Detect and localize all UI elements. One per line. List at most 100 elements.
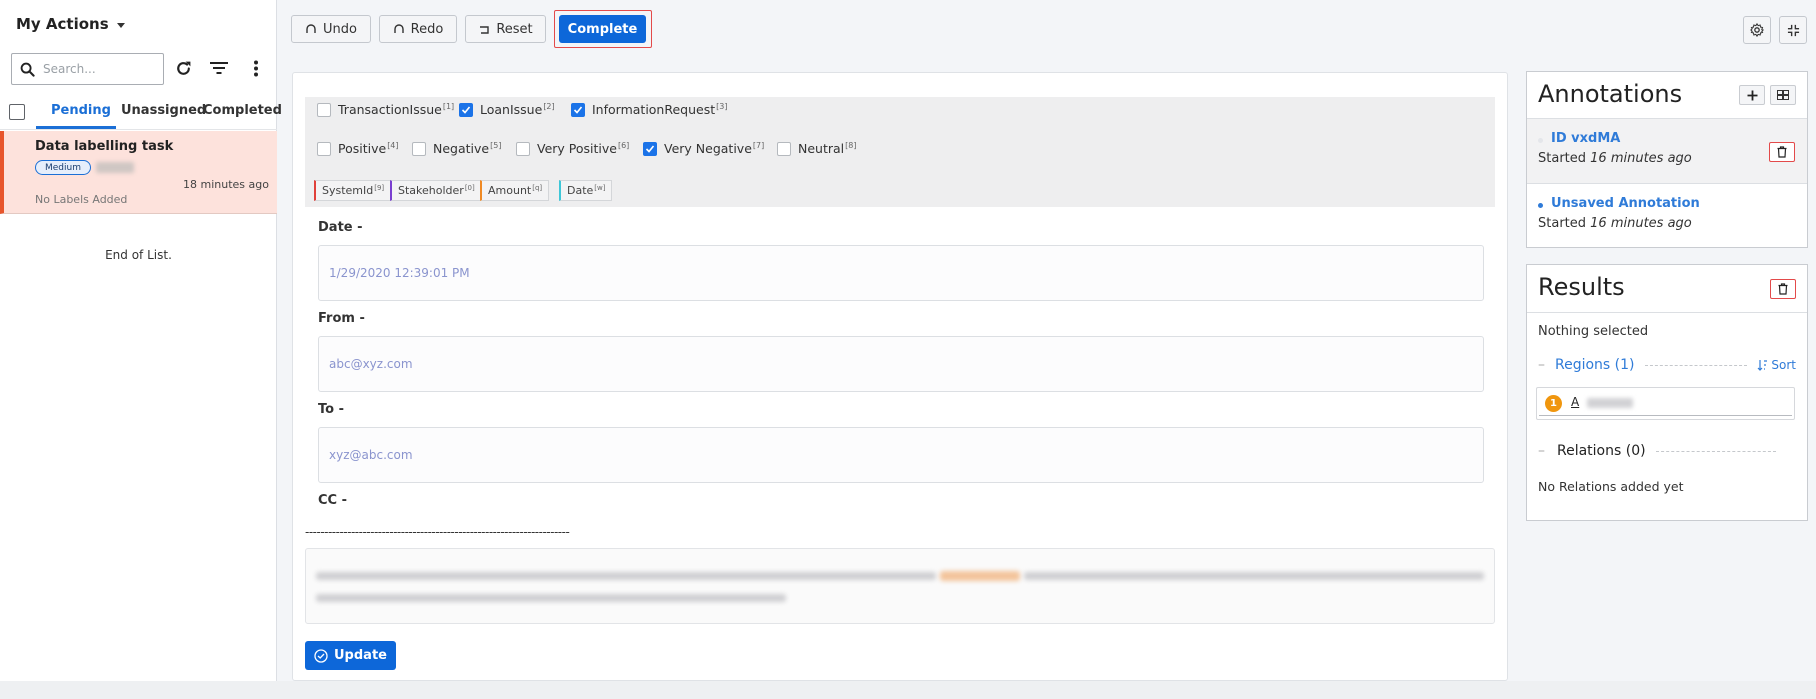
annotation-item[interactable]: ID vxdMA Started 16 minutes ago — [1527, 118, 1807, 184]
started-time: 16 minutes ago — [1590, 216, 1692, 231]
date-value: 1/29/2020 12:39:01 PM — [329, 266, 470, 280]
more-vertical-icon[interactable] — [245, 57, 267, 79]
tab-completed[interactable]: Completed — [203, 103, 282, 118]
tag-system-id[interactable]: SystemId [9] — [314, 180, 392, 201]
label-text: LoanIssue — [480, 102, 543, 117]
label-bar: TransactionIssue [1] LoanIssue [2] Informa… — [305, 97, 1495, 207]
select-all-checkbox[interactable] — [9, 104, 25, 120]
trash-icon — [1778, 283, 1788, 295]
checkbox[interactable] — [777, 141, 791, 156]
checkbox[interactable] — [516, 141, 530, 156]
reset-label: Reset — [496, 21, 533, 37]
from-field[interactable]: abc@xyz.com — [318, 336, 1484, 392]
refresh-icon[interactable] — [172, 57, 194, 79]
label-transaction-issue[interactable]: TransactionIssue [1] — [317, 102, 454, 117]
hotkey: [2] — [543, 102, 555, 111]
reset-icon — [480, 26, 490, 34]
label-very-negative[interactable]: Very Negative [7] — [643, 141, 764, 156]
filter-icon[interactable] — [208, 57, 230, 79]
annotations-title: Annotations — [1538, 80, 1683, 108]
label-positive[interactable]: Positive [4] — [317, 141, 399, 156]
tag-text: Amount — [488, 184, 532, 197]
tab-pending[interactable]: Pending — [51, 103, 111, 118]
relations-header[interactable]: – Relations (0) — [1538, 443, 1796, 459]
search-input[interactable] — [43, 62, 153, 76]
separator-line: ----------------------------------------… — [305, 525, 570, 539]
divider — [1527, 312, 1807, 313]
chevron-down-icon — [116, 22, 125, 28]
label-information-request[interactable]: InformationRequest [3] — [571, 102, 727, 117]
label-negative[interactable]: Negative [5] — [412, 141, 501, 156]
labeling-card: TransactionIssue [1] LoanIssue [2] Informa… — [292, 72, 1508, 681]
task-tabs: Pending Unassigned Completed — [0, 98, 282, 130]
checkbox-checked[interactable] — [571, 102, 585, 117]
date-label: Date - — [318, 220, 363, 235]
tab-unassigned[interactable]: Unassigned — [121, 103, 206, 118]
label-very-positive[interactable]: Very Positive [6] — [516, 141, 629, 156]
tag-stakeholder[interactable]: Stakeholder [0] — [390, 180, 482, 201]
tag-date[interactable]: Date [w] — [559, 180, 613, 201]
reset-button[interactable]: Reset — [465, 15, 546, 43]
redacted-text — [316, 594, 786, 602]
sort-button[interactable]: Sort — [1757, 358, 1796, 372]
label-neutral[interactable]: Neutral [8] — [777, 141, 856, 156]
my-actions-title: My Actions — [16, 15, 109, 33]
dashed-line — [1655, 450, 1776, 452]
sort-icon — [1757, 360, 1768, 371]
hotkey: [6] — [617, 141, 630, 150]
settings-button[interactable] — [1743, 16, 1771, 44]
plus-icon — [1747, 90, 1757, 100]
redo-button[interactable]: Redo — [379, 15, 457, 43]
started-time: 16 minutes ago — [1590, 151, 1692, 166]
checkbox-checked[interactable] — [459, 102, 473, 117]
undo-label: Undo — [323, 21, 357, 37]
date-field[interactable]: 1/29/2020 12:39:01 PM — [318, 245, 1484, 301]
redo-label: Redo — [410, 21, 444, 37]
search-box[interactable] — [11, 53, 164, 85]
undo-icon — [306, 24, 316, 33]
add-annotation-button[interactable] — [1739, 85, 1765, 105]
annotation-started: Started 16 minutes ago — [1538, 151, 1692, 166]
label-text: Very Positive — [537, 141, 617, 156]
region-item[interactable]: 1 A — [1536, 387, 1795, 420]
my-actions-dropdown[interactable]: My Actions — [16, 15, 125, 33]
fullscreen-button[interactable] — [1779, 16, 1807, 44]
checkbox[interactable] — [317, 102, 331, 117]
task-list-item[interactable]: Data labelling task Medium 18 minutes ag… — [0, 131, 277, 214]
label-text: TransactionIssue — [338, 102, 442, 117]
redacted-text — [1587, 398, 1633, 408]
from-label: From - — [318, 311, 365, 326]
dash-marker: – — [1538, 357, 1545, 373]
hotkey: [3] — [716, 102, 728, 111]
regions-header[interactable]: – Regions (1) Sort — [1538, 357, 1796, 373]
checkbox-checked[interactable] — [643, 141, 657, 156]
label-text: Positive — [338, 141, 387, 156]
label-text: Very Negative — [664, 141, 752, 156]
from-value: abc@xyz.com — [329, 357, 413, 371]
undo-button[interactable]: Undo — [291, 15, 371, 43]
hotkey: [5] — [490, 141, 502, 150]
hotkey: [q] — [532, 183, 543, 192]
view-annotations-button[interactable] — [1770, 85, 1796, 105]
complete-button-highlight: Complete — [554, 10, 652, 48]
region-label: A — [1571, 395, 1580, 409]
task-timestamp: 18 minutes ago — [183, 178, 269, 191]
delete-annotation-button[interactable] — [1769, 142, 1795, 162]
email-body[interactable] — [305, 548, 1495, 624]
tag-amount[interactable]: Amount [q] — [480, 180, 550, 201]
tag-text: Date — [567, 184, 594, 197]
hotkey: [0] — [464, 183, 475, 192]
checkbox[interactable] — [412, 141, 426, 156]
update-button[interactable]: Update — [305, 641, 396, 670]
annotation-item[interactable]: Unsaved Annotation Started 16 minutes ag… — [1527, 184, 1807, 248]
collapse-icon — [1787, 24, 1799, 36]
tag-text: SystemId — [322, 184, 374, 197]
tag-text: Stakeholder — [398, 184, 464, 197]
checkbox[interactable] — [317, 141, 331, 156]
started-prefix: Started — [1538, 216, 1587, 231]
delete-results-button[interactable] — [1770, 279, 1796, 299]
complete-button[interactable]: Complete — [559, 15, 646, 43]
label-loan-issue[interactable]: LoanIssue [2] — [459, 102, 555, 117]
to-field[interactable]: xyz@abc.com — [318, 427, 1484, 483]
hotkey: [4] — [387, 141, 399, 150]
